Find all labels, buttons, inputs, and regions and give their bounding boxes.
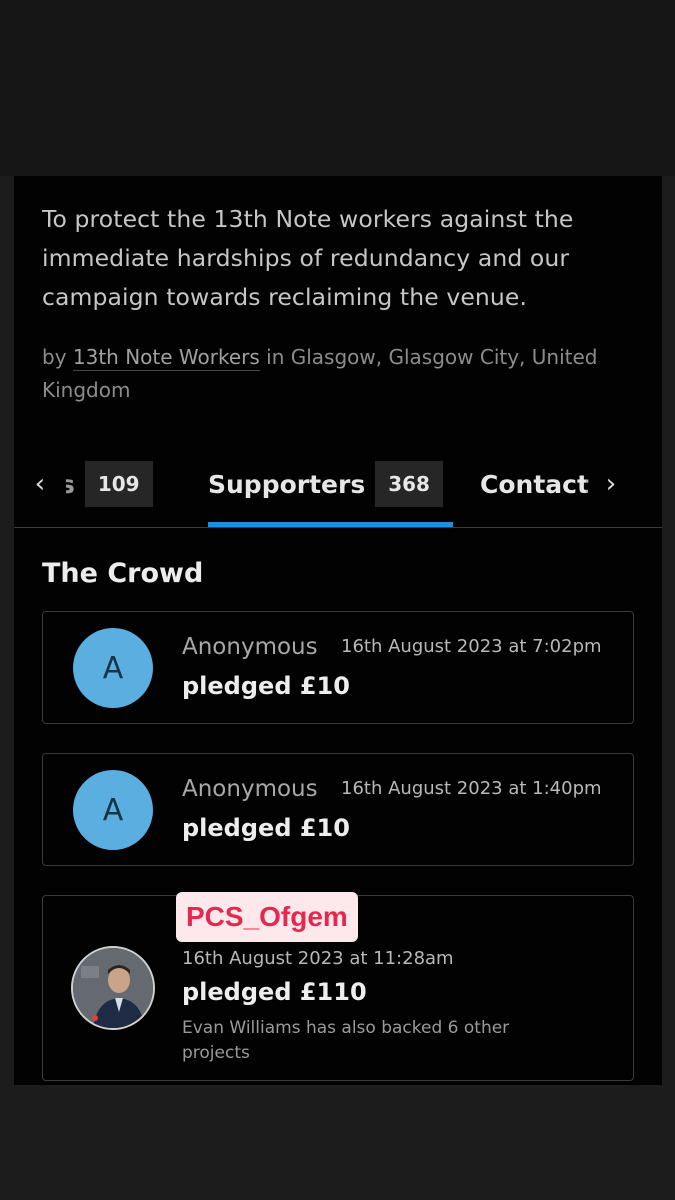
pledge-card: A Anonymous 16th August 2023 at 1:40pm p…: [42, 753, 634, 866]
avatar: [71, 946, 155, 1030]
tab-supporters-count: 368: [375, 461, 443, 507]
pledge-amount: pledged £10: [182, 814, 350, 842]
supporter-name: Anonymous: [182, 634, 318, 660]
pledge-date: 16th August 2023 at 7:02pm: [341, 636, 602, 657]
tab-contact-label: Contact: [480, 469, 589, 499]
pledge-amount: pledged £10: [182, 672, 350, 700]
pledge-amount: pledged £110: [182, 978, 367, 1006]
chevron-right-icon: ›: [605, 469, 617, 499]
byline-prefix: by: [42, 345, 67, 369]
top-background: [0, 0, 675, 176]
pledge-date: 16th August 2023 at 11:28am: [182, 948, 454, 969]
tab-contact[interactable]: Contact: [480, 441, 589, 527]
tab-bar: ‹ ts 109 Supporters 368 Contact ›: [14, 441, 662, 527]
tabs-scroll-area: ts 109 Supporters 368 Contact: [14, 441, 662, 527]
username-sticker: PCS_Ofgem: [176, 892, 358, 942]
tab-updates-count: 109: [84, 461, 153, 507]
pledge-date: 16th August 2023 at 1:40pm: [341, 778, 602, 799]
project-panel: To protect the 13th Note workers against…: [14, 176, 662, 1085]
tab-scroll-right-button[interactable]: ›: [586, 443, 636, 525]
project-owner-link[interactable]: 13th Note Workers: [72, 345, 260, 371]
avatar-initial: A: [102, 650, 124, 686]
pledge-card: A Anonymous 16th August 2023 at 7:02pm p…: [42, 611, 634, 724]
tab-supporters-label: Supporters: [208, 469, 366, 499]
supporter-name: Anonymous: [182, 776, 318, 802]
tab-scroll-left-button[interactable]: ‹: [14, 443, 66, 525]
backer-note: Evan Williams has also backed 6 other pr…: [182, 1018, 510, 1063]
tab-supporters[interactable]: Supporters 368: [208, 441, 443, 527]
project-description: To protect the 13th Note workers against…: [42, 205, 574, 311]
avatar: A: [73, 628, 153, 708]
avatar: A: [73, 770, 153, 850]
profile-photo: [73, 948, 153, 1028]
avatar-initial: A: [102, 792, 124, 828]
chevron-left-icon: ‹: [34, 469, 46, 499]
crowd-title: The Crowd: [42, 558, 204, 589]
project-byline: by 13th Note Workers in Glasgow, Glasgow…: [42, 341, 622, 407]
tabs-divider: [14, 527, 662, 528]
